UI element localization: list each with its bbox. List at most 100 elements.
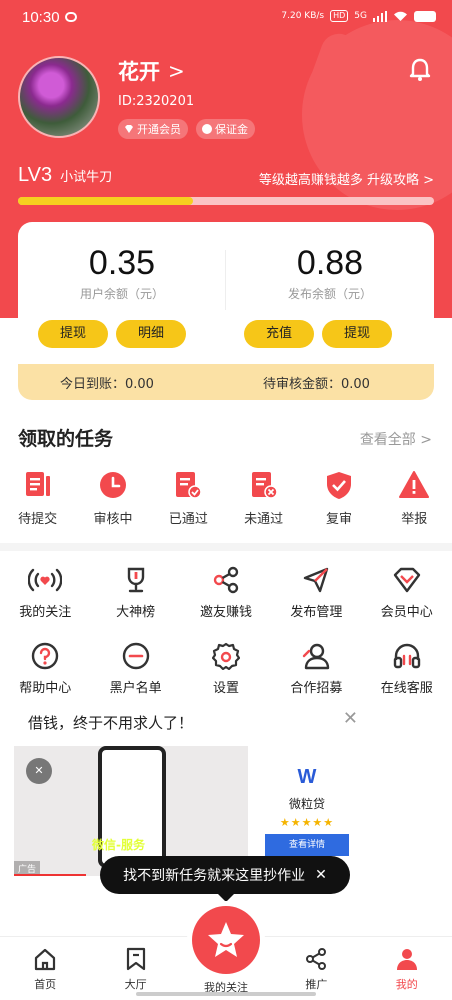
avatar[interactable] [18, 56, 100, 138]
level-progress-fill [18, 197, 193, 205]
grid-leaderboard[interactable]: 大神榜 [90, 566, 180, 620]
tasks-title: 领取的任务 [18, 428, 114, 450]
task-reviewing[interactable]: 审核中 [75, 470, 150, 527]
ad-rating-stars: ★★★★★ [279, 816, 335, 829]
bell-icon[interactable] [408, 58, 432, 82]
battery-icon [414, 10, 436, 22]
share-icon [306, 948, 327, 970]
username-link[interactable]: 花开 > [118, 56, 185, 86]
tab-label: 我的 [395, 978, 418, 991]
home-indicator [136, 992, 316, 996]
hd-badge: HD [330, 10, 349, 22]
chat-icon [65, 12, 77, 22]
task-pending-submit[interactable]: 待提交 [0, 470, 75, 527]
feature-grid-row-1: 我的关注 大神榜 邀友赚钱 发布管理 会员中心 [0, 566, 452, 620]
balance-card: 0.35 用户余额（元） 0.88 发布余额（元） 提现 明细 充值 提现 今日… [18, 222, 434, 400]
ad-cta-button[interactable]: 查看详情 [265, 834, 349, 856]
grid-blacklist[interactable]: 黑户名单 [90, 642, 180, 696]
shield-check-icon [326, 472, 351, 499]
task-approved[interactable]: 已通过 [151, 470, 226, 527]
withdraw-button[interactable]: 提现 [38, 320, 108, 348]
wifi-icon [394, 11, 407, 21]
minus-circle-icon [122, 642, 149, 670]
grid-partner-recruit[interactable]: 合作招募 [271, 642, 361, 696]
help-icon [31, 642, 59, 670]
feature-grid-row-2: 帮助中心 黑户名单 设置 合作招募 在线客服 [0, 642, 452, 696]
document-x-icon [251, 472, 278, 499]
grid-label: 会员中心 [380, 605, 433, 620]
grid-online-service[interactable]: 在线客服 [362, 642, 452, 696]
user-badges: 开通会员 保证金 [118, 119, 255, 139]
hint-tooltip: 找不到新任务就来这里抄作业 ✕ [100, 856, 350, 902]
grid-member-center[interactable]: 会员中心 [362, 566, 452, 620]
deposit-badge-label: 保证金 [215, 123, 248, 136]
tab-mine[interactable]: 我的 [362, 937, 452, 1000]
level-name: 小试牛刀 [60, 170, 113, 185]
level-progress-bar [18, 197, 434, 205]
clock-icon [99, 472, 126, 498]
ad-close-icon[interactable]: ✕ [343, 708, 358, 729]
broadcast-heart-icon [28, 568, 63, 592]
ad-progress [14, 874, 86, 876]
mute-icon[interactable]: ✕ [26, 758, 52, 784]
grid-label: 邀友赚钱 [199, 605, 252, 620]
grid-help-center[interactable]: 帮助中心 [0, 642, 90, 696]
publish-balance-label: 发布余额（元） [287, 287, 372, 301]
publish-balance-amount: 0.88 [296, 244, 364, 282]
task-status-row: 待提交 审核中 已通过 未通过 复审 举报 [0, 470, 452, 527]
username: 花开 [118, 60, 160, 84]
signal-icon [373, 10, 387, 22]
share-icon [213, 566, 239, 594]
task-report[interactable]: 举报 [377, 470, 452, 527]
grid-invite-earn[interactable]: 邀友赚钱 [181, 566, 271, 620]
publish-withdraw-button[interactable]: 提现 [322, 320, 392, 348]
hint-text: 找不到新任务就来这里抄作业 [123, 868, 306, 884]
deposit-badge[interactable]: 保证金 [196, 119, 255, 139]
tab-home[interactable]: 首页 [0, 937, 90, 1000]
send-icon [304, 567, 329, 593]
recharge-button[interactable]: 充值 [244, 320, 314, 348]
details-button[interactable]: 明细 [116, 320, 186, 348]
task-label: 已通过 [168, 512, 208, 527]
task-rejected[interactable]: 未通过 [226, 470, 301, 527]
status-time: 10:30 [22, 9, 60, 26]
level-info: LV3 小试牛刀 [18, 164, 112, 187]
task-re-review[interactable]: 复审 [301, 470, 376, 527]
task-label: 举报 [401, 512, 428, 527]
document-icon [25, 472, 50, 496]
center-fab[interactable] [192, 906, 260, 974]
vip-badge-label: 开通会员 [137, 123, 181, 136]
grid-label: 设置 [212, 681, 239, 696]
status-bar: 10:30 7.20 KB/s HD 5G [0, 0, 452, 36]
bookmark-icon [126, 947, 145, 971]
level-number: LV3 [18, 164, 53, 186]
status-icons: 7.20 KB/s HD 5G [281, 10, 436, 22]
vip-badge[interactable]: 开通会员 [118, 119, 188, 139]
headset-icon [393, 643, 420, 669]
view-all-link[interactable]: 查看全部 > [360, 429, 432, 449]
today-received: 今日到账：0.00 [60, 377, 154, 392]
network-speed: 7.20 KB/s [281, 11, 325, 21]
tooltip-arrow [218, 894, 234, 902]
grid-settings[interactable]: 设置 [181, 642, 271, 696]
ad-brand: 微粒贷 [288, 797, 325, 811]
hint-close-icon[interactable]: ✕ [315, 867, 327, 883]
diamond-icon [125, 125, 133, 133]
publish-balance: 0.88 发布余额（元） [226, 244, 434, 302]
star-icon [208, 922, 244, 957]
ad-caption: 微信-服务 [92, 838, 145, 852]
tab-label: 大厅 [124, 978, 147, 991]
upgrade-guide-link[interactable]: 等级越高赚钱越多 升级攻略 > [259, 169, 434, 188]
warning-icon [399, 471, 430, 498]
user-balance: 0.35 用户余额（元） [18, 244, 226, 302]
grid-publish-manage[interactable]: 发布管理 [271, 566, 361, 620]
gear-icon [211, 642, 240, 670]
tab-hall[interactable]: 大厅 [90, 937, 180, 1000]
ad-logo: W [297, 766, 317, 788]
network-type: 5G [354, 11, 367, 21]
grid-label: 发布管理 [290, 605, 343, 620]
tab-promote[interactable]: 推广 [271, 937, 361, 1000]
grid-label: 黑户名单 [109, 681, 162, 696]
grid-my-follows[interactable]: 我的关注 [0, 566, 90, 620]
pending-amount: 待审核金额：0.00 [263, 377, 370, 392]
